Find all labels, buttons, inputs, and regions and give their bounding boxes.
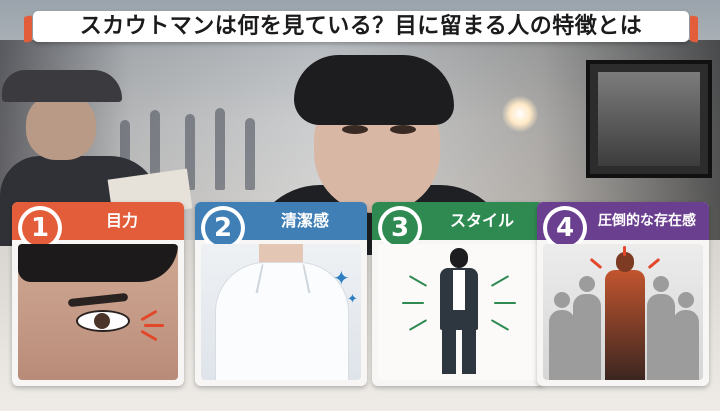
card-4-label: 圧倒的な存在感 [598,213,696,229]
card-3-number: 3 [382,210,418,246]
feature-card-2: 2 清潔感 ✦ ✦ [195,202,367,386]
card-3-label: スタイル [449,211,514,230]
page-title: スカウトマンは何を見ている？目に留まる人の特徴とは [79,14,643,39]
card-4-number: 4 [547,210,583,246]
standout-figure-icon [543,244,703,380]
white-shirt-sparkle-icon: ✦ ✦ [201,244,361,380]
standing-figure-icon [378,244,538,380]
eye-closeup-icon [18,244,178,380]
title-banner: スカウトマンは何を見ている？目に留まる人の特徴とは [33,11,689,42]
camera-monitor [586,60,712,178]
feature-card-4: 4 圧倒的な存在感 [537,202,709,386]
card-2-number: 2 [205,210,241,246]
card-1-label: 目力 [105,211,138,230]
feature-card-3: 3 スタイル [372,202,544,386]
feature-card-1: 1 目力 [12,202,184,386]
card-1-number: 1 [22,210,58,246]
card-2-label: 清潔感 [280,211,329,230]
